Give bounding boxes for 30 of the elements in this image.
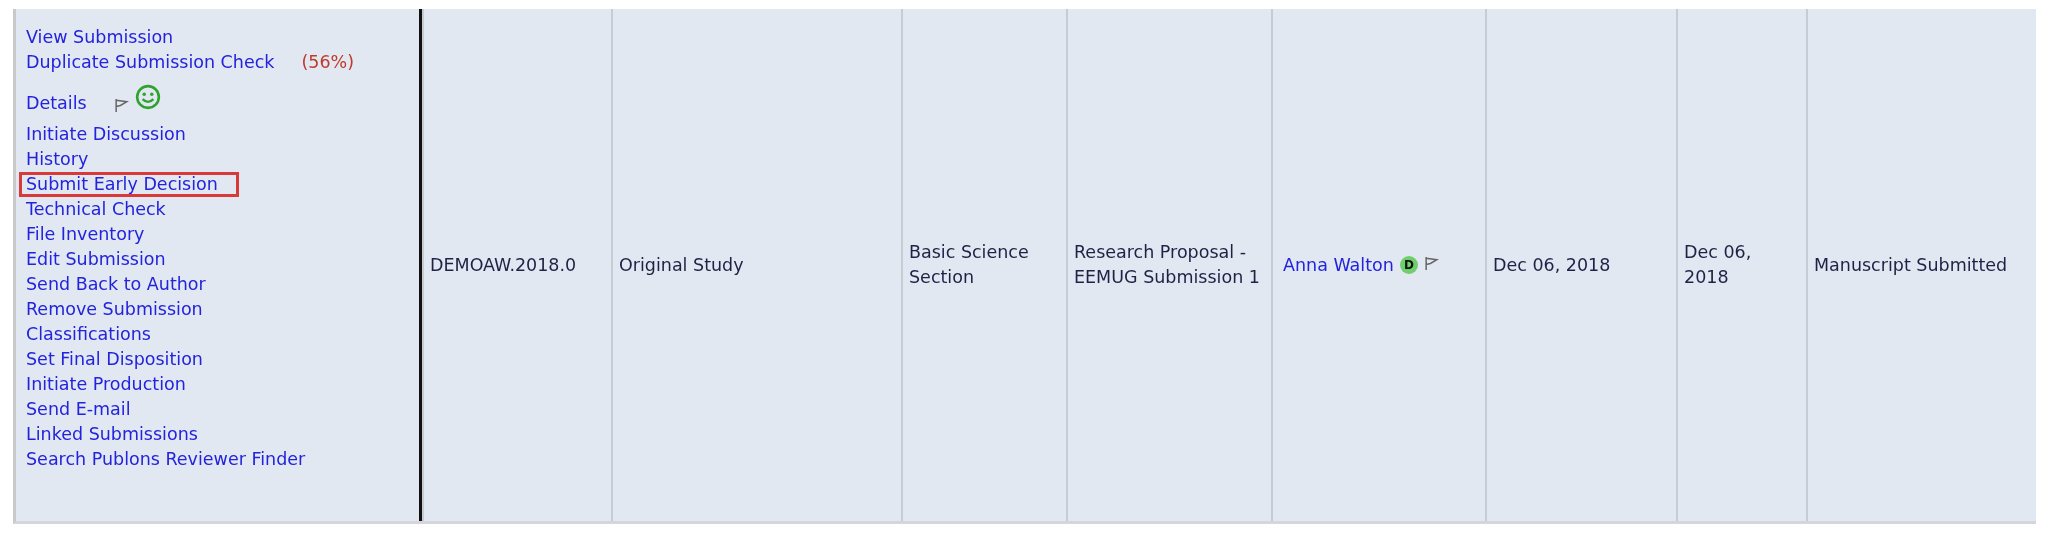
action-link[interactable]: Linked Submissions <box>19 421 219 447</box>
action-link[interactable]: Initiate Production <box>19 371 207 397</box>
table-cell-text: Dec 06, 2018 <box>1684 241 1753 289</box>
action-link[interactable]: Edit Submission <box>19 246 187 272</box>
action-link[interactable]: Classifications <box>19 321 172 347</box>
table-cell-text: Basic Science Section <box>909 241 1030 289</box>
action-link[interactable]: Details <box>19 90 108 116</box>
table-cell-text: Manuscript Submitted <box>1814 253 2008 277</box>
action-link[interactable]: View Submission <box>19 25 195 50</box>
smiley-icon <box>134 83 161 110</box>
action-link[interactable]: Search Publons Reviewer Finder <box>19 446 327 472</box>
similarity-score: (56%) <box>301 51 354 74</box>
table-cell-text: Original Study <box>619 253 744 277</box>
action-link[interactable]: Submit Early Decision <box>19 171 239 197</box>
author-link[interactable]: Anna Walton <box>1283 255 1394 275</box>
action-link[interactable]: Set Final Disposition <box>19 346 224 372</box>
table-cell-text: Research Proposal - EEMUG Submission 1 <box>1074 241 1261 289</box>
action-link[interactable]: Duplicate Submission Check <box>19 50 296 76</box>
action-link[interactable]: Send E-mail <box>19 396 152 422</box>
action-link[interactable]: Remove Submission <box>19 296 224 322</box>
action-link[interactable]: History <box>19 146 110 172</box>
action-link[interactable]: Send Back to Author <box>19 271 227 297</box>
flag-icon[interactable] <box>113 97 129 113</box>
action-link[interactable]: Technical Check <box>19 196 187 222</box>
flag-icon[interactable] <box>1423 256 1439 271</box>
table-cell-text: Dec 06, 2018 <box>1493 253 1611 277</box>
action-link[interactable]: Initiate Discussion <box>19 121 207 147</box>
action-link[interactable]: File Inventory <box>19 221 166 247</box>
table-cell-text: DEMOAW.2018.0 <box>430 253 577 277</box>
decision-badge: D <box>1399 256 1418 274</box>
